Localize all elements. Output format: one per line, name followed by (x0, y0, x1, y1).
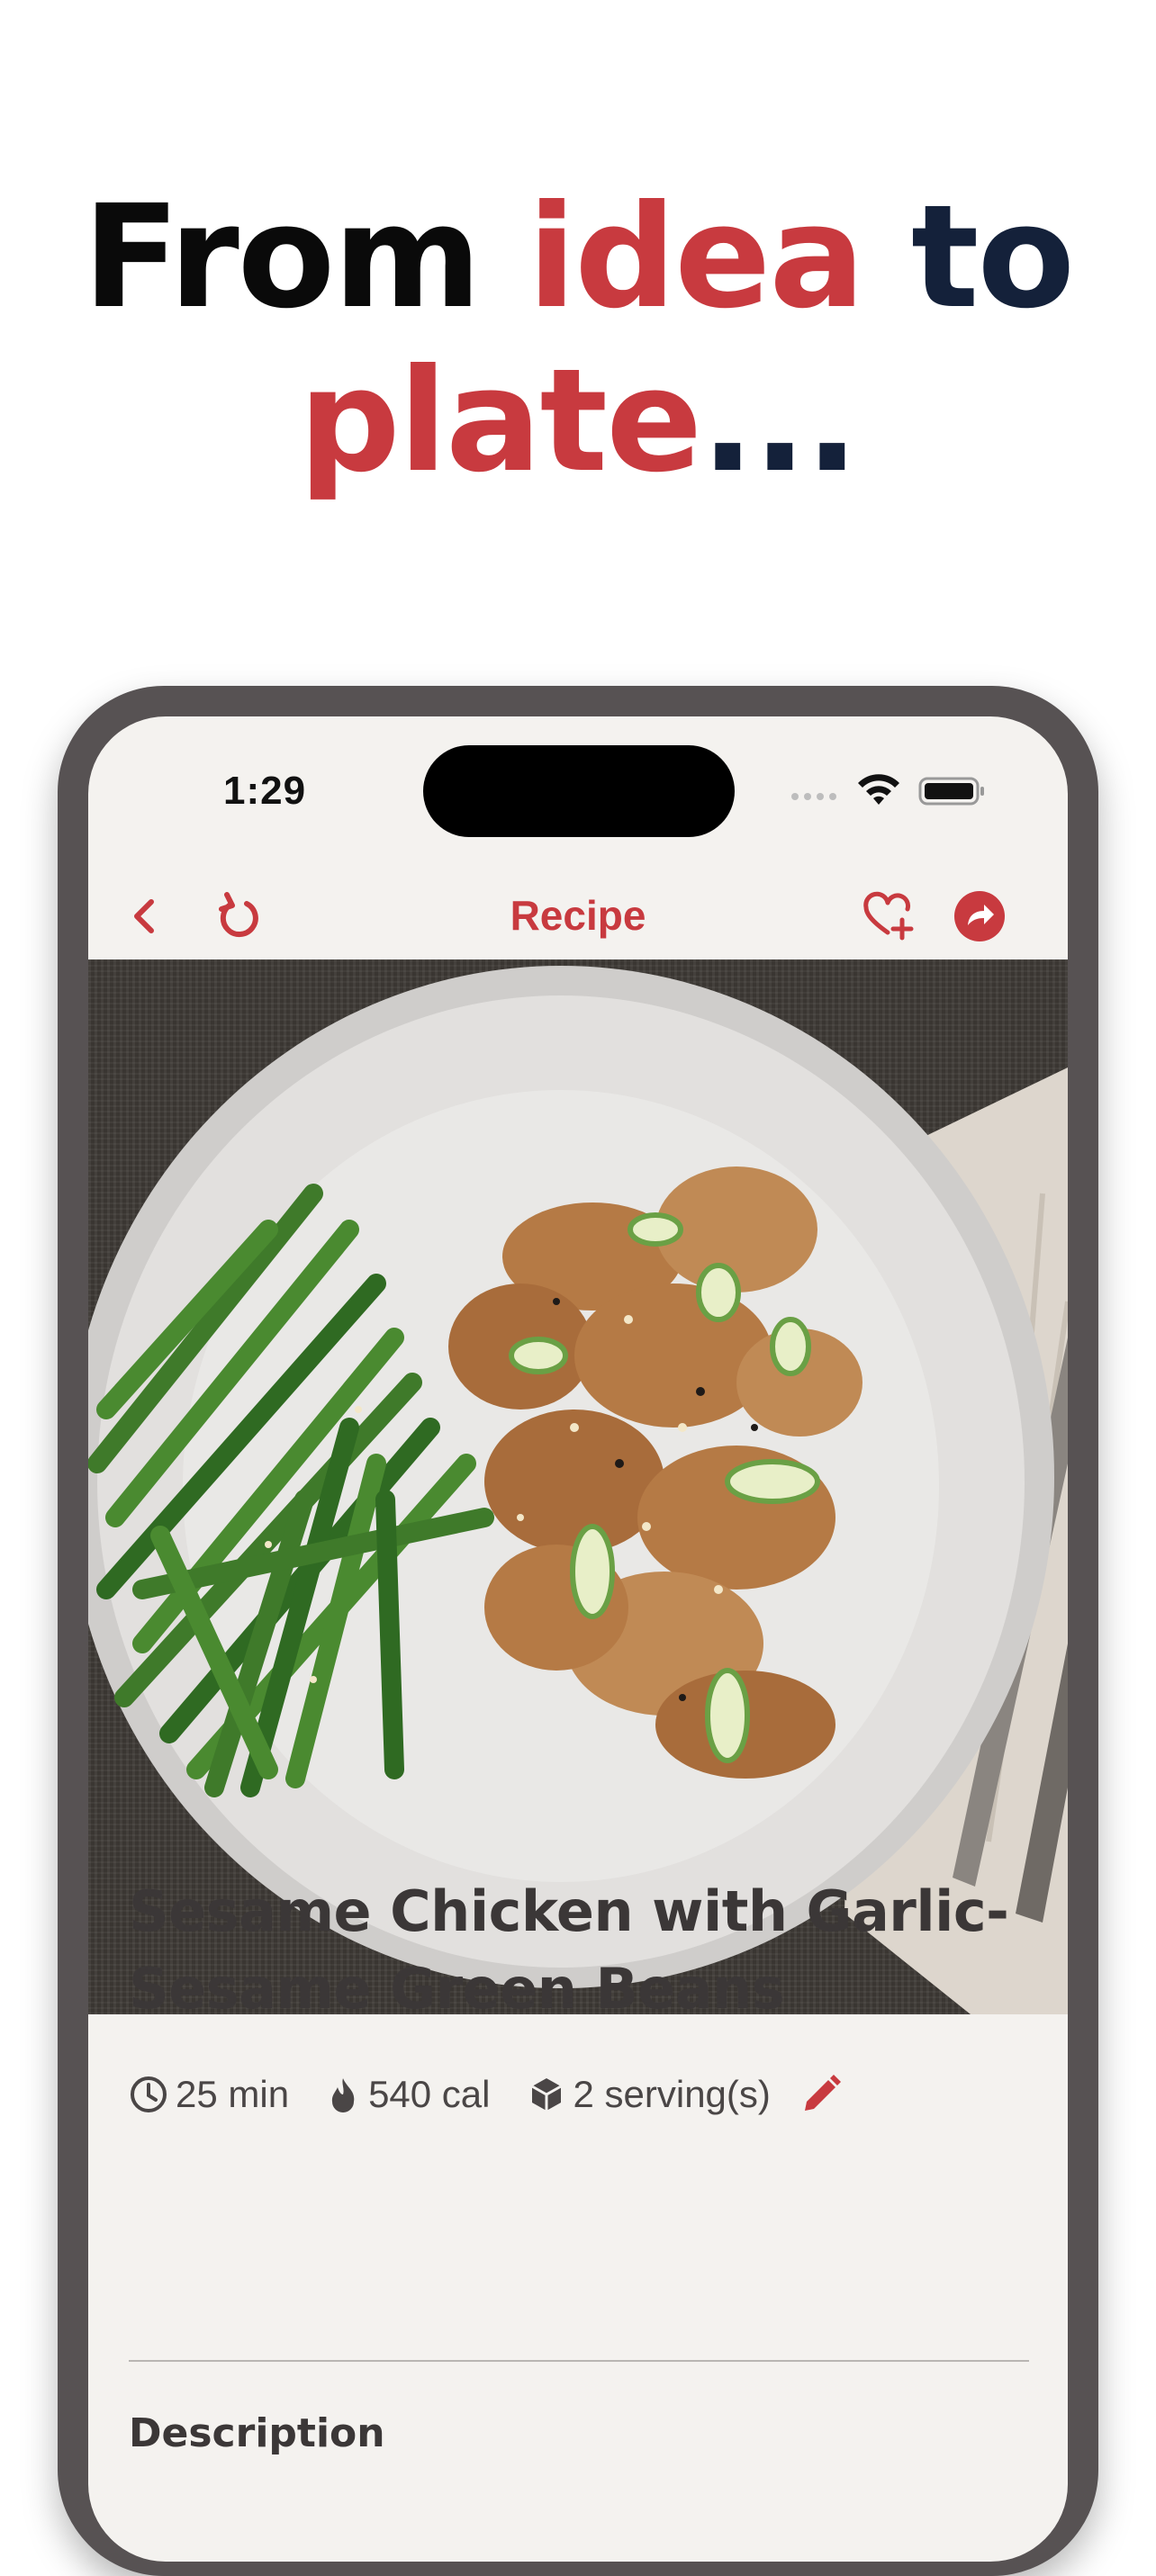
food-illustration (88, 966, 1068, 2014)
divider (129, 2360, 1029, 2362)
headline-ellipsis: ... (700, 338, 859, 504)
prep-time-value: 25 min (176, 2073, 290, 2115)
servings-value: 2 serving(s) (573, 2073, 771, 2115)
headline-from: From (82, 175, 528, 340)
share-icon[interactable] (953, 889, 1007, 943)
headline-line-2: plate... (0, 339, 1156, 503)
phone-screen: 1:29 Recipe Sesame Chicken with Garlic-S… (88, 716, 1068, 2562)
clock-icon (131, 2076, 167, 2112)
status-time: 1:29 (223, 769, 307, 813)
recipe-photo (88, 959, 1068, 2014)
refresh-icon[interactable] (211, 889, 265, 943)
description-heading: Description (129, 2410, 385, 2456)
servings: 2 serving(s) (527, 2073, 771, 2116)
headline-idea: idea (527, 175, 865, 340)
headline-to: to (862, 175, 1075, 340)
cellular-signal-icon (791, 793, 836, 800)
calories-value: 540 cal (368, 2073, 491, 2115)
headline-plate: plate (298, 338, 703, 504)
cube-icon (530, 2078, 562, 2111)
recipe-details: Sesame Chicken with Garlic-Sesame Green … (129, 1873, 1029, 2121)
battery-icon (918, 777, 984, 806)
headline-line-1: From idea to (0, 176, 1156, 339)
recipe-meta: 25 min 540 cal 2 serving(s) (129, 2067, 1029, 2121)
flame-icon (331, 2078, 355, 2112)
back-icon[interactable] (119, 889, 173, 943)
calories: 540 cal (325, 2073, 491, 2116)
marketing-headline: From idea to plate... (0, 176, 1156, 503)
dynamic-island (423, 745, 735, 837)
recipe-title: Sesame Chicken with Garlic-Sesame Green … (129, 1878, 1009, 2022)
wifi-icon (858, 774, 899, 805)
prep-time: 25 min (129, 2073, 289, 2116)
heart-plus-icon[interactable] (861, 889, 915, 943)
navigation-bar: Recipe (88, 875, 1068, 956)
edit-pencil-icon[interactable] (798, 2071, 844, 2118)
